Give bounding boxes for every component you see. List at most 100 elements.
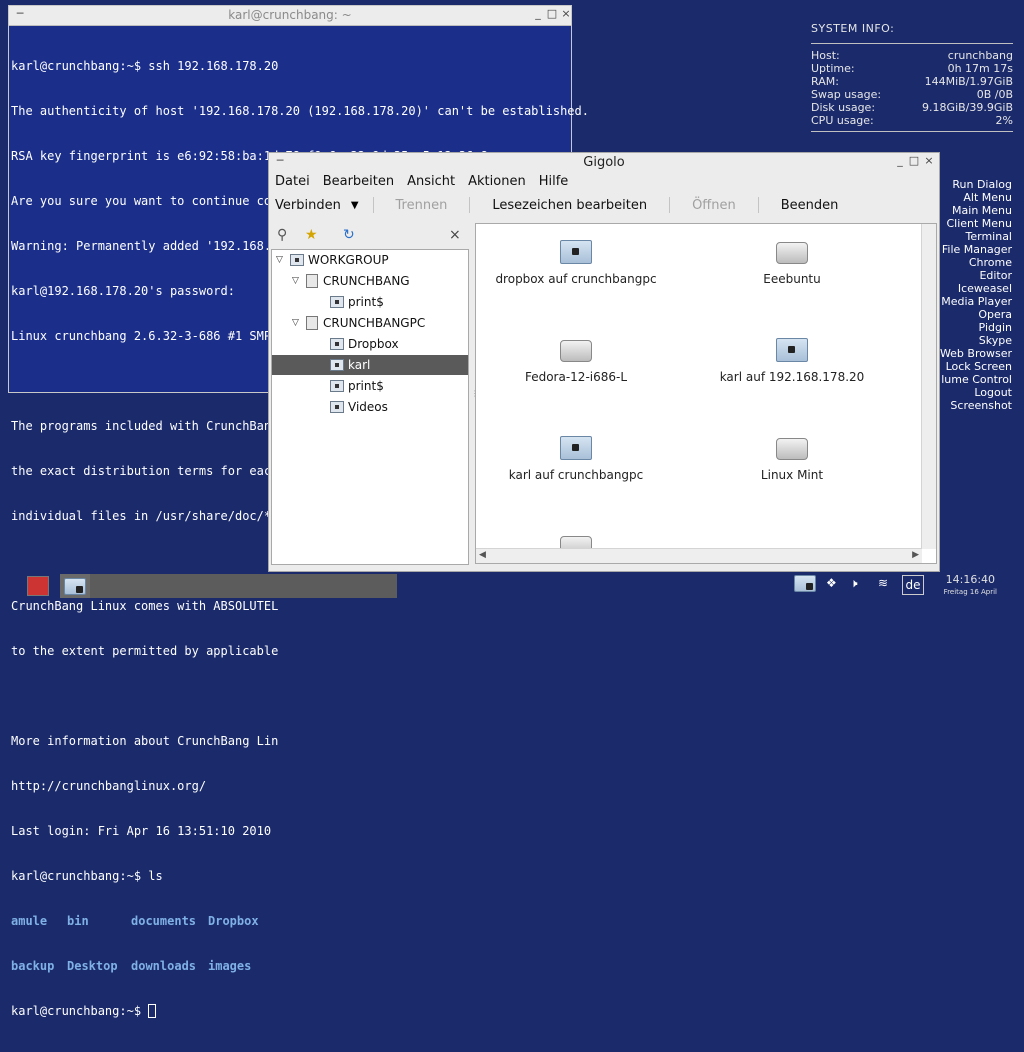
volume-icon[interactable]: 🕨 (850, 576, 858, 591)
menu-aktionen[interactable]: Aktionen (468, 172, 526, 192)
add-bookmark-star-icon[interactable]: ★ (305, 227, 318, 243)
terminal-task-icon[interactable] (27, 576, 49, 596)
tree-node-label: CRUNCHBANG (323, 274, 410, 288)
disconnect-button[interactable]: Trennen (396, 198, 448, 213)
close-icon[interactable]: × (922, 154, 936, 167)
bookmark-item-partial[interactable] (486, 534, 666, 548)
edit-bookmarks-button[interactable]: Lesezeichen bearbeiten (492, 198, 647, 213)
gigolo-titlebar[interactable]: ─ Gigolo _ □ × (269, 153, 939, 172)
minimize-icon[interactable]: _ (531, 7, 545, 20)
bookmark-item[interactable]: Linux Mint (702, 436, 882, 482)
ls-entry: Desktop (67, 959, 118, 973)
connect-button[interactable]: Verbinden (275, 198, 341, 213)
refresh-icon[interactable]: ↻ (343, 227, 355, 243)
menu-datei[interactable]: Datei (275, 172, 310, 192)
gigolo-task-button[interactable] (60, 574, 90, 598)
keyboard-layout-indicator[interactable]: de (902, 575, 924, 595)
maximize-icon[interactable]: □ (907, 154, 921, 167)
terminal-titlebar[interactable]: ─ karl@crunchbang: ~ _ □ × (9, 6, 571, 26)
network-tree[interactable]: ▽ WORKGROUP ▽ CRUNCHBANG print$ ▽ CRUNCHBAN… (271, 249, 469, 565)
menu-ansicht[interactable]: Ansicht (407, 172, 455, 192)
open-button[interactable]: Öffnen (692, 198, 736, 213)
taskbar: ❖ 🕨 ≋ de 14:16:40 Freitag 16 April (0, 572, 1024, 600)
network-folder-icon (776, 338, 808, 362)
server-icon (306, 274, 318, 288)
tree-node-share-selected[interactable]: karl (272, 355, 468, 375)
wifi-icon[interactable]: ≋ (878, 576, 888, 590)
shortcut-item: Pidgin (978, 321, 1012, 334)
network-folder-icon (560, 240, 592, 264)
bookmark-item[interactable]: Fedora-12-i686-L (486, 338, 666, 384)
tree-node-share[interactable]: Videos (330, 397, 388, 417)
menu-bearbeiten[interactable]: Bearbeiten (323, 172, 394, 192)
minimize-icon[interactable]: _ (893, 154, 907, 167)
terminal-line: to the extent permitted by applicable (11, 644, 279, 658)
terminal-line: CrunchBang Linux comes with ABSOLUTEL (11, 599, 279, 613)
close-pane-icon[interactable]: × (449, 227, 461, 243)
shortcut-item: lume Control (941, 373, 1012, 386)
bookmark-item[interactable]: karl auf crunchbangpc (486, 436, 666, 482)
shortcut-item: Client Menu (946, 217, 1012, 230)
ls-entry: downloads (131, 959, 197, 973)
expander-icon[interactable]: ▽ (276, 250, 290, 270)
toolbar-separator (669, 197, 671, 213)
horizontal-scrollbar[interactable]: ◀ ▶ (476, 548, 922, 563)
tree-node-crunchbang[interactable]: ▽ CRUNCHBANG (292, 271, 410, 291)
maximize-icon[interactable]: □ (545, 7, 559, 20)
menu-hilfe[interactable]: Hilfe (539, 172, 569, 192)
shortcut-item: Screenshot (950, 399, 1012, 412)
system-info-divider (811, 43, 1013, 44)
sysinfo-row-swap: Swap usage: 0B /0B (811, 88, 1013, 101)
shortcut-item: Opera (978, 308, 1012, 321)
bookmark-icon-view[interactable]: dropbox auf crunchbangpc Eeebuntu Fedora… (475, 223, 937, 564)
clock[interactable]: 14:16:40 Freitag 16 April (944, 574, 997, 598)
sysinfo-row-host: Host: crunchbang (811, 49, 1013, 62)
bookmark-item[interactable]: karl auf 192.168.178.20 (702, 338, 882, 384)
keyboard-shortcuts-list: Run Dialog Alt Menu Main Menu Client Men… (940, 178, 1012, 412)
share-folder-icon (330, 359, 344, 371)
toolbar-separator (757, 197, 759, 213)
sysinfo-value: 144MiB/1.97GiB (924, 75, 1013, 88)
share-folder-icon (330, 380, 344, 392)
expander-icon[interactable]: ▽ (292, 313, 306, 333)
scroll-right-icon[interactable]: ▶ (912, 550, 919, 560)
bookmark-item[interactable]: dropbox auf crunchbangpc (486, 240, 666, 286)
scroll-left-icon[interactable]: ◀ (479, 550, 486, 560)
terminal-prompt-line[interactable]: karl@crunchbang:~$ (11, 1004, 569, 1019)
shortcut-item: Skype (978, 334, 1012, 347)
tree-node-share[interactable]: print$ (330, 376, 384, 396)
tray-gigolo-icon[interactable] (794, 575, 816, 592)
shortcut-item: Lock Screen (945, 360, 1012, 373)
system-info-panel: SYSTEM INFO: Host: crunchbang Uptime: 0h 1… (811, 22, 1013, 137)
tree-node-crunchbangpc[interactable]: ▽ CRUNCHBANGPC (292, 313, 425, 333)
shortcut-item: Chrome (968, 256, 1012, 269)
close-icon[interactable]: × (559, 7, 573, 20)
drive-icon (560, 536, 592, 548)
chevron-down-icon[interactable]: ▼ (351, 200, 359, 211)
connect-plug-icon[interactable]: ⚲ (277, 227, 287, 243)
vertical-scrollbar[interactable] (921, 224, 936, 549)
tree-node-share[interactable]: print$ (330, 292, 384, 312)
sysinfo-row-uptime: Uptime: 0h 17m 17s (811, 62, 1013, 75)
clock-time: 14:16:40 (945, 573, 996, 586)
tree-node-label: Dropbox (348, 337, 399, 351)
gigolo-task-icon (64, 578, 86, 595)
tree-node-workgroup[interactable]: ▽ WORKGROUP (276, 250, 389, 270)
tree-node-share[interactable]: Dropbox (330, 334, 399, 354)
bookmark-item[interactable]: Eeebuntu (702, 240, 882, 286)
gigolo-window[interactable]: ─ Gigolo _ □ × Datei Bearbeiten Ansicht … (268, 152, 940, 572)
share-folder-icon (330, 296, 344, 308)
expander-icon[interactable]: ▽ (292, 271, 306, 291)
terminal-prompt: karl@crunchbang:~$ (11, 1004, 149, 1018)
network-folder-icon (290, 254, 304, 266)
dropbox-icon[interactable]: ❖ (826, 576, 837, 590)
terminal-line: karl@crunchbang:~$ ssh 192.168.178.20 (11, 59, 279, 73)
sysinfo-value: 2% (995, 114, 1013, 127)
bookmark-label: karl auf crunchbangpc (508, 468, 644, 482)
quit-button[interactable]: Beenden (781, 198, 839, 213)
ls-entry: documents (131, 914, 197, 928)
sysinfo-value: 0h 17m 17s (947, 62, 1013, 75)
shortcut-item: Iceweasel (957, 282, 1012, 295)
bookmark-label: Fedora-12-i686-L (524, 370, 628, 384)
sysinfo-label: Disk usage: (811, 101, 876, 114)
